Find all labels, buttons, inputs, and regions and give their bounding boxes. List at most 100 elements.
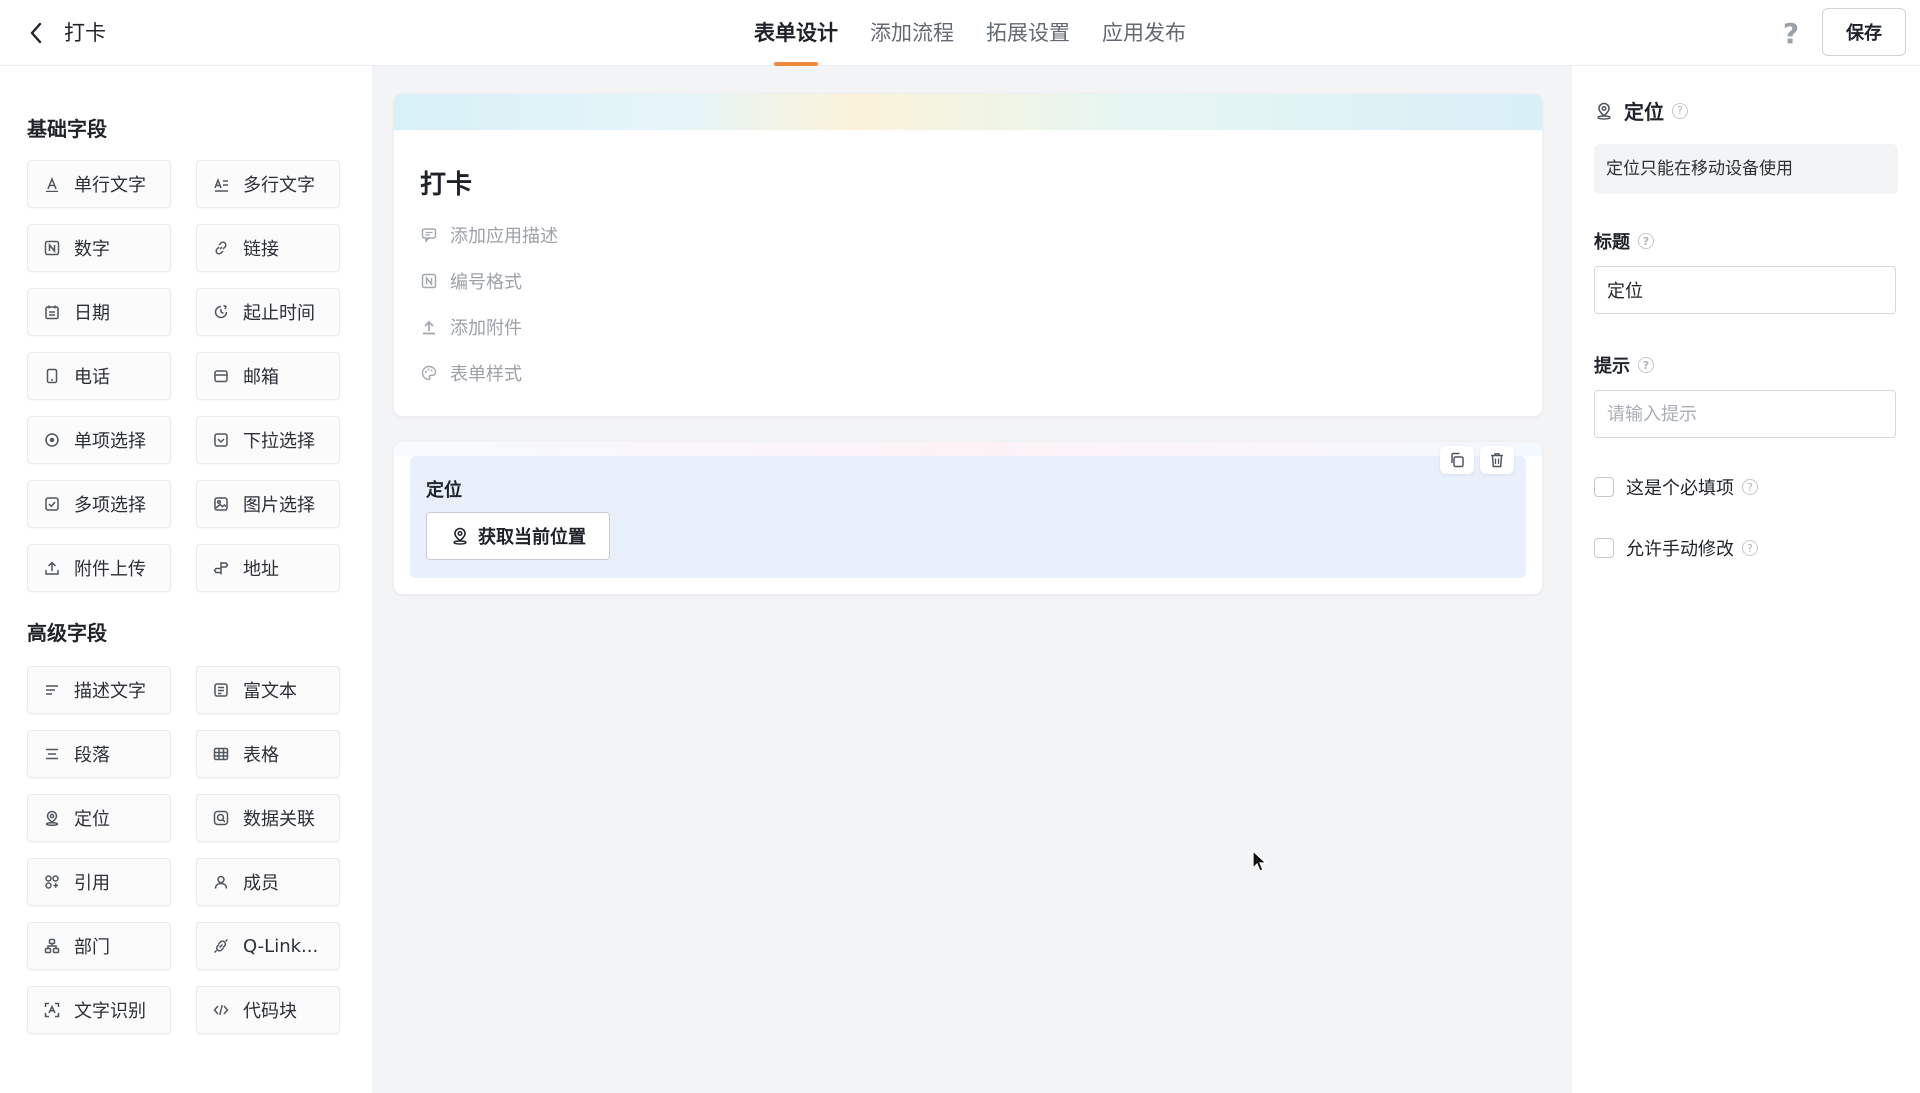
phone-icon	[42, 366, 62, 386]
rich-text-icon	[211, 680, 231, 700]
palette-item-upload[interactable]: 附件上传	[27, 544, 171, 592]
number-format-link[interactable]: 编号格式	[420, 268, 522, 294]
palette-icon	[420, 364, 438, 382]
get-current-location-button[interactable]: 获取当前位置	[426, 512, 610, 560]
mail-icon	[211, 366, 231, 386]
palette-item-dropdown[interactable]: 下拉选择	[196, 416, 340, 464]
palette-item-label: 部门	[74, 937, 110, 958]
palette-item-phone[interactable]: 电话	[27, 352, 171, 400]
description-icon	[42, 680, 62, 700]
palette-item-label: Q-Link...	[243, 935, 319, 957]
form-header-card[interactable]: 打卡 添加应用描述 编号格式 添加附件 表单样式	[394, 94, 1542, 416]
ocr-icon	[42, 1000, 62, 1020]
manual-edit-checkbox[interactable]	[1594, 538, 1614, 558]
palette-item-single-line-text[interactable]: 单行文字	[27, 160, 171, 208]
required-checkbox[interactable]	[1594, 477, 1614, 497]
address-icon	[211, 558, 231, 578]
palette-item-paragraph[interactable]: 段落	[27, 730, 171, 778]
palette-item-location[interactable]: 定位	[27, 794, 171, 842]
tab-app-publish[interactable]: 应用发布	[1086, 0, 1202, 66]
location-icon	[42, 808, 62, 828]
copy-icon[interactable]	[1440, 446, 1474, 474]
add-attachment-link[interactable]: 添加附件	[420, 314, 522, 340]
palette-item-calendar[interactable]: 日期	[27, 288, 171, 336]
palette-item-description[interactable]: 描述文字	[27, 666, 171, 714]
palette-item-reference[interactable]: 引用	[27, 858, 171, 906]
palette-item-time-range[interactable]: 起止时间	[196, 288, 340, 336]
save-button[interactable]: 保存	[1822, 8, 1906, 56]
palette-item-rich-text[interactable]: 富文本	[196, 666, 340, 714]
palette-item-radio[interactable]: 单项选择	[27, 416, 171, 464]
hint-property-label: 提示 ?	[1594, 352, 1654, 378]
palette-item-label: 描述文字	[74, 681, 146, 702]
selected-field-area[interactable]: 定位 获取当前位置	[410, 446, 1526, 578]
palette-item-ocr[interactable]: 文字识别	[27, 986, 171, 1034]
palette-item-label: 多行文字	[243, 175, 315, 196]
title-property-label: 标题 ?	[1594, 228, 1654, 254]
palette-item-label: 表格	[243, 745, 279, 766]
palette-item-label: 链接	[243, 239, 279, 260]
add-description-link[interactable]: 添加应用描述	[420, 222, 558, 248]
member-icon	[211, 872, 231, 892]
radio-icon	[42, 430, 62, 450]
palette-item-link[interactable]: 链接	[196, 224, 340, 272]
tab-extension-settings[interactable]: 拓展设置	[970, 0, 1086, 66]
location-pin-icon	[1594, 101, 1614, 121]
title-label-text: 标题	[1594, 232, 1630, 253]
palette-item-image[interactable]: 图片选择	[196, 480, 340, 528]
mobile-only-notice: 定位只能在移动设备使用	[1594, 144, 1898, 194]
palette-item-label: 电话	[74, 367, 110, 388]
link-icon	[211, 238, 231, 258]
palette-item-member[interactable]: 成员	[196, 858, 340, 906]
tab-form-design[interactable]: 表单设计	[738, 0, 854, 66]
upload-icon	[42, 558, 62, 578]
trash-icon[interactable]	[1480, 446, 1514, 474]
palette-item-label: 数字	[74, 239, 110, 260]
palette-item-number[interactable]: 数字	[27, 224, 171, 272]
basic-fields-title: 基础字段	[27, 117, 107, 141]
palette-item-mail[interactable]: 邮箱	[196, 352, 340, 400]
top-bar: 打卡 表单设计 添加流程 拓展设置 应用发布 ? 保存	[0, 0, 1920, 66]
question-circle-icon[interactable]: ?	[1638, 357, 1654, 373]
palette-item-department[interactable]: 部门	[27, 922, 171, 970]
question-circle-icon[interactable]: ?	[1742, 540, 1758, 556]
code-icon	[211, 1000, 231, 1020]
back-arrow-icon[interactable]	[24, 18, 48, 48]
palette-item-label: 地址	[243, 559, 279, 580]
palette-item-label: 起止时间	[243, 303, 315, 324]
property-title: 定位	[1624, 100, 1664, 124]
palette-item-address[interactable]: 地址	[196, 544, 340, 592]
tab-add-process[interactable]: 添加流程	[854, 0, 970, 66]
number-format-icon	[420, 272, 438, 290]
field-card-strip	[394, 442, 1542, 456]
reference-icon	[42, 872, 62, 892]
table-icon	[211, 744, 231, 764]
form-banner	[394, 94, 1542, 130]
location-field-card[interactable]: 定位 获取当前位置	[394, 442, 1542, 594]
form-title[interactable]: 打卡	[420, 164, 472, 201]
form-style-link[interactable]: 表单样式	[420, 360, 522, 386]
advanced-fields-grid: 描述文字 富文本段落 表格定位 数据关联引用 成员部门 Q-Link... 文字识别 代码块	[27, 666, 340, 1034]
palette-item-code[interactable]: 代码块	[196, 986, 340, 1034]
question-circle-icon[interactable]: ?	[1672, 102, 1688, 119]
palette-item-q-link[interactable]: Q-Link...	[196, 922, 340, 970]
palette-item-data-link[interactable]: 数据关联	[196, 794, 340, 842]
palette-item-multi-line-text[interactable]: 多行文字	[196, 160, 340, 208]
palette-item-table[interactable]: 表格	[196, 730, 340, 778]
palette-item-label: 日期	[74, 303, 110, 324]
manual-edit-checkbox-row[interactable]: 允许手动修改 ?	[1594, 535, 1758, 561]
hint-input[interactable]	[1594, 390, 1896, 438]
required-checkbox-row[interactable]: 这是个必填项 ?	[1594, 474, 1758, 500]
palette-item-label: 下拉选择	[243, 431, 315, 452]
question-circle-icon[interactable]: ?	[1638, 233, 1654, 249]
question-circle-icon[interactable]: ?	[1742, 479, 1758, 495]
app-title: 打卡	[64, 21, 106, 45]
help-icon[interactable]: ?	[1776, 17, 1806, 50]
palette-item-label: 引用	[74, 873, 110, 894]
palette-item-label: 富文本	[243, 681, 297, 702]
title-input[interactable]	[1594, 266, 1896, 314]
paragraph-icon	[42, 744, 62, 764]
location-pin-icon	[450, 526, 470, 546]
palette-item-checkbox[interactable]: 多项选择	[27, 480, 171, 528]
number-format-label: 编号格式	[450, 272, 522, 293]
